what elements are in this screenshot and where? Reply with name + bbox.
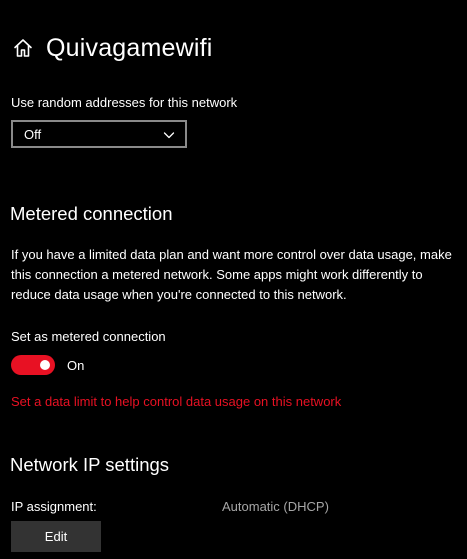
metered-description: If you have a limited data plan and want… bbox=[11, 247, 452, 302]
toggle-state-label: On bbox=[67, 357, 85, 373]
ip-assignment-label: IP assignment: bbox=[11, 499, 97, 514]
metered-connection-heading: Metered connection bbox=[10, 203, 173, 224]
chevron-down-icon bbox=[163, 128, 175, 140]
home-icon[interactable] bbox=[12, 37, 34, 59]
random-addresses-dropdown[interactable]: Off bbox=[11, 120, 187, 148]
metered-toggle-switch[interactable] bbox=[11, 355, 55, 375]
page-header: Quivagamewifi bbox=[12, 30, 213, 66]
random-addresses-label: Use random addresses for this network bbox=[11, 95, 238, 110]
toggle-knob bbox=[40, 360, 50, 370]
metered-toggle-label: Set as metered connection bbox=[11, 329, 166, 344]
ip-assignment-value: Automatic (DHCP) bbox=[222, 499, 329, 514]
data-limit-link[interactable]: Set a data limit to help control data us… bbox=[11, 394, 341, 409]
page-title: Quivagamewifi bbox=[46, 33, 213, 62]
dropdown-selected-value: Off bbox=[24, 126, 42, 142]
network-ip-settings-heading: Network IP settings bbox=[10, 454, 170, 475]
metered-toggle-row: On bbox=[11, 355, 84, 375]
edit-button[interactable]: Edit bbox=[11, 521, 101, 552]
